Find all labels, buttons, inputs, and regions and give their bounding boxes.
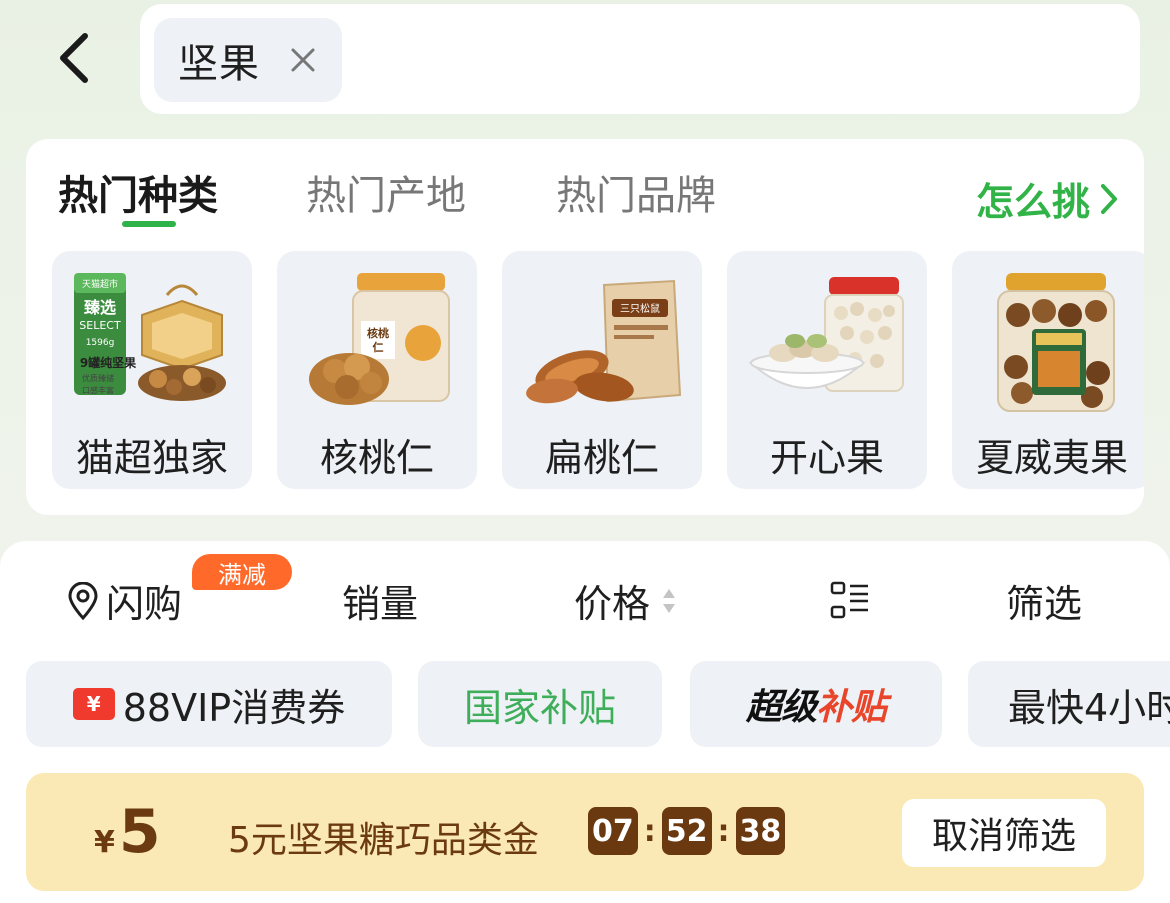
chip-super-subsidy[interactable]: 超级 补贴 bbox=[690, 661, 942, 747]
category-label: 扁桃仁 bbox=[544, 436, 659, 480]
sort-arrows-icon bbox=[663, 588, 676, 613]
how-to-choose-link[interactable]: 怎么挑 bbox=[976, 171, 1118, 226]
coupon-amount-value: 5 bbox=[118, 797, 161, 867]
active-tab-indicator bbox=[122, 221, 176, 227]
badge-text-1: 天猫超市 bbox=[82, 278, 118, 290]
chip-88vip-coupon[interactable]: ¥ 88VIP消费券 bbox=[26, 661, 392, 747]
pistachio-product-image bbox=[748, 277, 904, 392]
list-layout-icon bbox=[830, 581, 868, 619]
sort-flash-label: 闪购 bbox=[106, 582, 183, 626]
chip-national-subsidy[interactable]: 国家补贴 bbox=[418, 661, 662, 747]
category-card: 热门种类 热门产地 热门品牌 怎么挑 天猫超市 臻选 SELECT 1596g … bbox=[26, 139, 1144, 515]
category-item-macadamia[interactable]: 夏威夷果 bbox=[952, 251, 1144, 489]
category-item-almond[interactable]: 三只松鼠 扁桃仁 bbox=[502, 251, 702, 489]
countdown-separator: : bbox=[643, 813, 656, 849]
chip-national-label: 国家补贴 bbox=[463, 685, 616, 730]
category-label: 夏威夷果 bbox=[975, 436, 1128, 480]
sort-price[interactable]: 价格 bbox=[574, 573, 678, 628]
walnut-product-image: 核桃 仁 bbox=[309, 273, 450, 405]
category-item-pistachio[interactable]: 开心果 bbox=[727, 251, 927, 489]
coupon-banner: ¥ 5 5元坚果糖巧品类金 07 : 52 : 38 取消筛选 bbox=[26, 773, 1144, 891]
almond-product-image: 三只松鼠 bbox=[526, 279, 682, 404]
macadamia-product-image bbox=[997, 273, 1115, 412]
sort-price-label: 价格 bbox=[574, 582, 651, 626]
sort-flash-buy[interactable]: 闪购 bbox=[66, 573, 182, 628]
badge-text-7: 口感丰富 bbox=[82, 385, 114, 395]
tab-hot-brands[interactable]: 热门品牌 bbox=[556, 163, 716, 221]
category-items: 天猫超市 臻选 SELECT 1596g 9罐纯坚果 优质臻储 口感丰富 猫超独… bbox=[52, 251, 1144, 489]
search-keyword-chip[interactable]: 坚果 bbox=[154, 18, 342, 102]
cancel-filter-button[interactable]: 取消筛选 bbox=[902, 799, 1106, 867]
bag-text-1: 三只松鼠 bbox=[620, 302, 660, 315]
chip-fastest-label: 最快4小时 bbox=[1008, 685, 1170, 730]
countdown-seconds: 38 bbox=[735, 807, 786, 855]
sort-sales-label: 销量 bbox=[342, 582, 419, 626]
back-button[interactable] bbox=[48, 28, 100, 88]
sort-sales[interactable]: 销量 bbox=[342, 573, 418, 628]
chip-88vip-label: 88VIP消费券 bbox=[122, 685, 346, 730]
jar-text-2: 仁 bbox=[373, 340, 384, 354]
tab-hot-origins[interactable]: 热门产地 bbox=[306, 163, 466, 221]
filter-button[interactable]: 筛选 bbox=[1006, 573, 1082, 628]
countdown-separator: : bbox=[717, 813, 730, 849]
countdown-minutes: 52 bbox=[661, 807, 712, 855]
category-label: 核桃仁 bbox=[319, 436, 434, 480]
close-icon[interactable] bbox=[288, 45, 318, 75]
chevron-left-icon bbox=[60, 33, 88, 83]
chevron-right-icon bbox=[1101, 183, 1117, 214]
coupon-description: 5元坚果糖巧品类金 bbox=[228, 820, 539, 861]
chip-super-part2: 补贴 bbox=[816, 687, 887, 728]
countdown-hours: 07 bbox=[588, 807, 638, 855]
coupon-countdown: 07 : 52 : 38 bbox=[588, 807, 786, 855]
how-to-choose-label: 怎么挑 bbox=[975, 180, 1090, 224]
exclusive-product-image: 天猫超市 臻选 SELECT 1596g 9罐纯坚果 优质臻储 口感丰富 bbox=[74, 273, 226, 401]
coupon-yen-icon: ¥ bbox=[72, 688, 115, 720]
badge-text-4: 1596g bbox=[86, 338, 115, 348]
category-item-exclusive[interactable]: 天猫超市 臻选 SELECT 1596g 9罐纯坚果 优质臻储 口感丰富 猫超独… bbox=[52, 251, 252, 489]
search-box[interactable]: 坚果 bbox=[140, 4, 1140, 114]
badge-text-3: SELECT bbox=[79, 319, 121, 332]
badge-text-2: 臻选 bbox=[84, 298, 116, 317]
badge-text-5: 9罐纯坚果 bbox=[80, 355, 136, 370]
layout-toggle[interactable] bbox=[830, 581, 870, 619]
chip-super-part1: 超级 bbox=[745, 687, 817, 728]
coupon-currency: ¥ bbox=[94, 825, 115, 860]
chip-fastest-delivery[interactable]: 最快4小时 bbox=[968, 661, 1170, 747]
category-label: 猫超独家 bbox=[75, 436, 228, 480]
filter-panel: 闪购 满减 销量 价格 筛选 ¥ 88VIP消费券 国家补贴 超级 补贴 最快4… bbox=[0, 541, 1170, 903]
badge-text-6: 优质臻储 bbox=[82, 373, 114, 383]
search-keyword-text: 坚果 bbox=[178, 41, 260, 87]
tab-hot-types[interactable]: 热门种类 bbox=[58, 163, 218, 221]
filter-label: 筛选 bbox=[1006, 582, 1083, 626]
jar-text-1: 核桃 bbox=[367, 326, 389, 340]
category-label: 开心果 bbox=[769, 436, 884, 480]
discount-badge: 满减 bbox=[192, 554, 292, 590]
category-item-walnut[interactable]: 核桃 仁 核桃仁 bbox=[277, 251, 477, 489]
location-pin-icon bbox=[68, 581, 98, 620]
coupon-amount: ¥ 5 bbox=[94, 797, 161, 867]
